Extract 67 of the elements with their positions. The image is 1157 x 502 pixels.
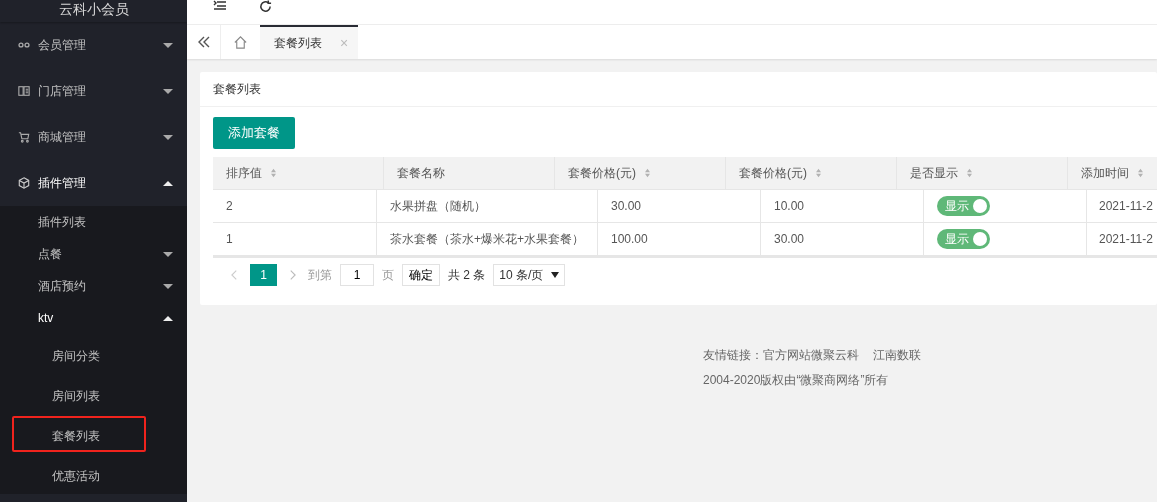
- footer-link[interactable]: 江南数联: [873, 347, 921, 364]
- caret-icon: [163, 315, 173, 321]
- caret-icon: [163, 283, 173, 289]
- table-cell: 100.00: [611, 232, 648, 246]
- page-size-select[interactable]: 10 条/页: [493, 264, 566, 286]
- table-cell: 茶水套餐（茶水+爆米花+水果套餐）: [390, 230, 584, 248]
- table-cell: 30.00: [611, 199, 642, 213]
- sort-icon[interactable]: [815, 168, 822, 178]
- sidebar-item[interactable]: 点餐: [0, 238, 187, 270]
- table-cell: 2: [226, 199, 233, 213]
- home-icon: [233, 34, 248, 50]
- caret-icon: [163, 180, 173, 186]
- caret-icon: [163, 42, 173, 48]
- table-cell: 1: [226, 232, 233, 246]
- page-unit-label: 页: [382, 266, 394, 284]
- add-package-button[interactable]: 添加套餐: [213, 117, 295, 149]
- sort-icon[interactable]: [270, 168, 277, 178]
- refresh-icon[interactable]: [259, 0, 272, 13]
- home-tab[interactable]: [221, 25, 260, 59]
- highlighted-sidebar-item[interactable]: 套餐列表: [12, 416, 146, 452]
- confirm-button[interactable]: 确定: [402, 264, 440, 286]
- caret-icon: [163, 251, 173, 257]
- cube-icon: [18, 177, 30, 189]
- sort-icon[interactable]: [1137, 168, 1144, 178]
- column-header: 套餐名称: [397, 164, 445, 182]
- link-icon: [18, 39, 30, 51]
- footer-link[interactable]: 官方网站微聚云科: [763, 347, 859, 364]
- caret-icon: [163, 88, 173, 94]
- dropdown-caret-icon: [551, 272, 560, 278]
- column-header: 排序值: [226, 164, 262, 182]
- card-title: 套餐列表: [213, 82, 261, 96]
- sidebar-item[interactable]: ktv: [0, 302, 187, 334]
- sidebar-item[interactable]: 插件列表: [0, 206, 187, 238]
- double-chevron-left-icon: [196, 35, 211, 49]
- caret-icon: [163, 134, 173, 140]
- table-cell: 水果拼盘（随机）: [390, 197, 486, 215]
- sidebar-item[interactable]: 优惠活动: [12, 456, 146, 492]
- book-icon: [18, 85, 30, 97]
- table-cell: 2021-11-2: [1099, 199, 1153, 213]
- sidebar-item[interactable]: 酒店预约: [0, 270, 187, 302]
- sidebar-item[interactable]: 房间列表: [12, 376, 146, 412]
- sort-icon[interactable]: [644, 168, 651, 178]
- sidebar-item[interactable]: 插件管理: [0, 160, 187, 206]
- table-cell: 10.00: [774, 199, 805, 213]
- total-count: 共 2 条: [448, 266, 486, 284]
- copyright-text: 2004-2020版权由“微聚商网络”所有: [703, 372, 890, 389]
- column-header: 套餐价格(元): [739, 164, 807, 182]
- page-button[interactable]: 1: [250, 264, 277, 286]
- menu-fold-icon[interactable]: [213, 0, 227, 10]
- sidebar-item[interactable]: 房间分类: [12, 336, 146, 372]
- sidebar-item[interactable]: 会员管理: [0, 22, 187, 68]
- sidebar-item[interactable]: 门店管理: [0, 68, 187, 114]
- scroll-left-button[interactable]: [187, 25, 221, 59]
- goto-label: 到第: [308, 266, 332, 284]
- table-cell: 30.00: [774, 232, 805, 246]
- links-label: 友情链接：: [703, 347, 763, 364]
- sidebar-item[interactable]: 商城管理: [0, 114, 187, 160]
- cart-icon: [18, 131, 30, 143]
- column-header: 添加时间: [1081, 164, 1129, 182]
- sort-icon[interactable]: [966, 168, 973, 178]
- column-header: 套餐价格(元): [568, 164, 636, 182]
- column-header: 是否显示: [910, 164, 958, 182]
- tab-label[interactable]: 套餐列表: [274, 34, 322, 52]
- app-title: 云科小会员: [0, 0, 187, 22]
- page-tab[interactable]: 套餐列表 ×: [260, 25, 359, 59]
- table-cell: 2021-11-2: [1099, 232, 1153, 246]
- page-number-input[interactable]: 1: [340, 264, 374, 286]
